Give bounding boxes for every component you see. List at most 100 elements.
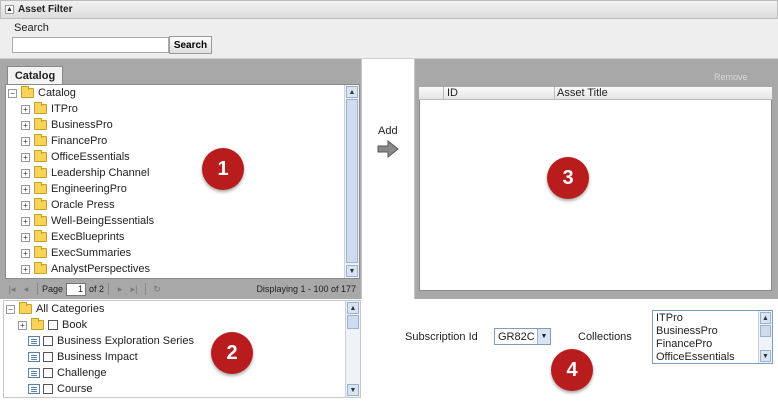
folder-icon: [34, 198, 47, 210]
scroll-thumb[interactable]: [346, 99, 358, 263]
category-item-label: Business Exploration Series: [57, 335, 194, 347]
collections-scrollbar[interactable]: ▲ ▼: [758, 311, 772, 363]
refresh-icon[interactable]: ↻: [152, 284, 162, 294]
expand-icon[interactable]: +: [21, 248, 30, 258]
catalog-item[interactable]: + OfficeEssentials: [21, 149, 130, 165]
last-page-icon[interactable]: ▸|: [129, 284, 139, 294]
categories-root[interactable]: − All Categories: [6, 301, 104, 317]
collection-option[interactable]: FinancePro: [653, 338, 772, 351]
tree-root[interactable]: − Catalog: [8, 85, 76, 101]
search-label: Search: [14, 22, 49, 34]
callout-badge-3: 3: [547, 157, 589, 199]
expand-icon[interactable]: +: [21, 216, 30, 226]
category-book[interactable]: + Book: [18, 317, 87, 333]
subscription-value: GR82C: [498, 330, 535, 343]
expand-icon[interactable]: +: [21, 232, 30, 242]
folder-icon: [34, 102, 47, 114]
next-page-icon[interactable]: ▸: [115, 284, 125, 294]
scroll-up-icon[interactable]: ▲: [760, 312, 771, 324]
collapse-icon[interactable]: −: [6, 304, 15, 314]
folder-icon: [19, 302, 32, 314]
category-item[interactable]: Course: [28, 381, 92, 397]
category-item-label: Course: [57, 383, 93, 395]
scroll-thumb[interactable]: [760, 325, 771, 337]
expand-icon[interactable]: +: [18, 320, 27, 330]
catalog-item-label: ExecBlueprints: [51, 231, 125, 243]
category-checkbox[interactable]: [43, 384, 53, 394]
prev-page-icon[interactable]: ◂: [21, 284, 31, 294]
selected-table-header: ID Asset Title: [419, 87, 772, 100]
scroll-down-icon[interactable]: ▼: [760, 350, 771, 362]
asset-filter-header[interactable]: ▲ Asset Filter: [0, 0, 778, 19]
collection-option[interactable]: ITPro: [653, 312, 772, 325]
category-item[interactable]: Challenge: [28, 365, 107, 381]
catalog-scrollbar[interactable]: ▲ ▼: [344, 85, 359, 278]
col-asset-title[interactable]: Asset Title: [554, 87, 608, 100]
scroll-up-icon[interactable]: ▲: [346, 86, 358, 98]
add-column: [361, 59, 415, 299]
category-checkbox[interactable]: [43, 352, 53, 362]
collapse-icon[interactable]: −: [8, 88, 17, 98]
add-arrow-icon[interactable]: [377, 139, 399, 159]
search-button[interactable]: Search: [169, 36, 212, 54]
page-input[interactable]: 1: [66, 282, 87, 296]
tab-catalog[interactable]: Catalog: [7, 66, 63, 84]
category-item[interactable]: Business Exploration Series: [28, 333, 194, 349]
catalog-item[interactable]: + BusinessPro: [21, 117, 113, 133]
chevron-down-icon[interactable]: ▼: [537, 329, 550, 344]
collections-listbox[interactable]: ITPro BusinessPro FinancePro OfficeEssentia…: [652, 310, 773, 364]
expand-icon[interactable]: +: [21, 168, 30, 178]
scroll-thumb[interactable]: [347, 315, 359, 329]
tree-root-label: Catalog: [38, 87, 76, 99]
catalog-item[interactable]: + ExecSummaries: [21, 245, 131, 261]
scroll-down-icon[interactable]: ▼: [347, 384, 359, 396]
expand-icon[interactable]: +: [21, 264, 30, 274]
catalog-item[interactable]: + EngineeringPro: [21, 181, 127, 197]
scroll-down-icon[interactable]: ▼: [346, 265, 358, 277]
scroll-up-icon[interactable]: ▲: [347, 302, 359, 314]
category-item-label: Business Impact: [57, 351, 138, 363]
catalog-item[interactable]: + Leadership Channel: [21, 165, 149, 181]
collection-option[interactable]: BusinessPro: [653, 325, 772, 338]
expand-icon[interactable]: +: [21, 120, 30, 130]
category-checkbox[interactable]: [43, 368, 53, 378]
catalog-pager: |◂ ◂ Page 1 of 2 ▸ ▸| ↻ Displaying 1 - 1…: [5, 280, 359, 298]
categories-scrollbar[interactable]: ▲ ▼: [345, 301, 360, 397]
expand-icon[interactable]: +: [21, 184, 30, 194]
category-item[interactable]: Business Impact: [28, 349, 138, 365]
col-id[interactable]: ID: [447, 87, 458, 99]
callout-badge-1: 1: [202, 148, 244, 190]
callout-badge-2: 2: [211, 332, 253, 374]
collections-label: Collections: [578, 331, 632, 343]
catalog-item[interactable]: + ExecBlueprints: [21, 229, 124, 245]
book-checkbox[interactable]: [48, 320, 58, 330]
catalog-item[interactable]: + Oracle Press: [21, 197, 115, 213]
collection-option[interactable]: OfficeEssentials: [653, 351, 772, 363]
catalog-item[interactable]: + ITPro: [21, 101, 78, 117]
expand-icon[interactable]: +: [21, 200, 30, 210]
expand-icon[interactable]: +: [21, 152, 30, 162]
add-label: Add: [378, 125, 398, 137]
category-doc-icon: [28, 368, 40, 378]
first-page-icon[interactable]: |◂: [7, 284, 17, 294]
expand-icon[interactable]: +: [21, 104, 30, 114]
category-item-label: Challenge: [57, 367, 107, 379]
category-doc-icon: [28, 352, 40, 362]
collapse-caret-icon[interactable]: ▲: [5, 5, 14, 14]
subscription-select[interactable]: GR82C ▼: [494, 328, 551, 345]
remove-button[interactable]: Remove: [714, 72, 748, 82]
expand-icon[interactable]: +: [21, 136, 30, 146]
catalog-item-label: OfficeEssentials: [51, 151, 130, 163]
catalog-item-label: EngineeringPro: [51, 183, 127, 195]
folder-icon: [21, 86, 34, 98]
catalog-item[interactable]: + FinancePro: [21, 133, 107, 149]
search-input[interactable]: [12, 37, 169, 53]
category-checkbox[interactable]: [43, 336, 53, 346]
header-title: Asset Filter: [18, 4, 73, 15]
catalog-item[interactable]: + AnalystPerspectives: [21, 261, 150, 277]
page-of-label: of 2: [89, 284, 105, 294]
catalog-item-label: Oracle Press: [51, 199, 115, 211]
catalog-item[interactable]: + Well-BeingEssentials: [21, 213, 154, 229]
folder-icon: [34, 134, 47, 146]
catalog-item-label: BusinessPro: [51, 119, 113, 131]
